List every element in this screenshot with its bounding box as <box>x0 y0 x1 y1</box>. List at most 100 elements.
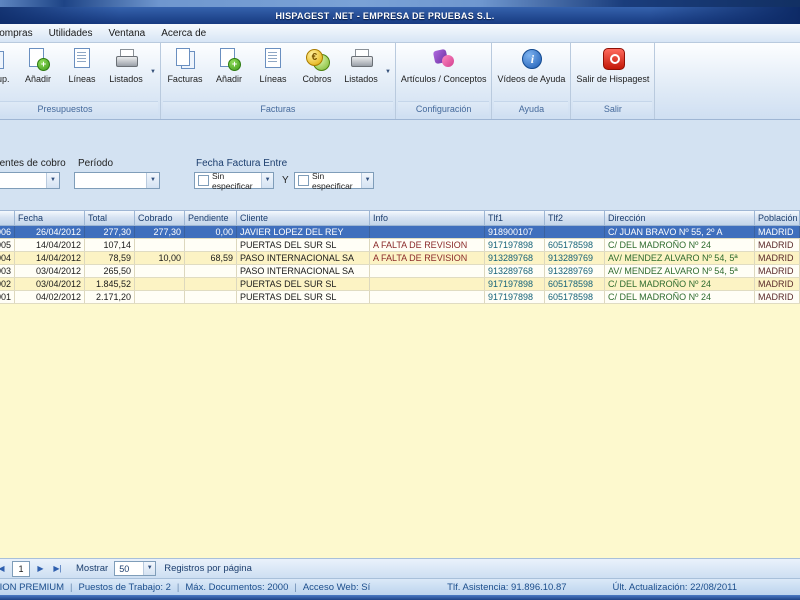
toolbar-button-a-adir[interactable]: Añadir <box>16 43 60 84</box>
invoice-date-to-filter[interactable]: Sin especificar ▼ <box>294 170 374 191</box>
period-filter-select[interactable]: ▼ <box>74 172 160 189</box>
cell-total: 2.171,20 <box>85 291 135 303</box>
column-header-tlf2[interactable]: Tlf2 <box>545 211 605 225</box>
toolbar-button-cobros[interactable]: Cobros <box>295 43 339 84</box>
toolbar-button-facturas[interactable]: Facturas <box>163 43 207 84</box>
toolbar-group-configuraci-n: Artículos / Conceptos Configuración <box>396 43 493 119</box>
cell-num: 002 <box>0 278 15 290</box>
filter-bar: Pendientes de cobro ▼ Período ▼ Fecha Fa… <box>0 120 800 210</box>
toolbar-button-presup[interactable]: Presup. <box>0 43 16 84</box>
column-header-fecha[interactable]: Fecha <box>15 211 85 225</box>
cell-info <box>370 291 485 303</box>
cell-fecha: 26/04/2012 <box>15 226 85 238</box>
show-label: Mostrar <box>76 563 109 574</box>
toolbar-button-v-deos-de-ayuda[interactable]: Vídeos de Ayuda <box>494 43 568 84</box>
toolbar-button-listados[interactable]: Listados <box>104 43 148 84</box>
cell-pendiente <box>185 265 237 277</box>
lines-document-icon <box>68 46 96 72</box>
column-header-cobrado[interactable]: Cobrado <box>135 211 185 225</box>
cell-pendiente <box>185 278 237 290</box>
cell-poblacion: MADRID <box>755 291 800 303</box>
column-header-info[interactable]: Info <box>370 211 485 225</box>
cell-cobrado: 277,30 <box>135 226 185 238</box>
cell-fecha: 03/04/2012 <box>15 265 85 277</box>
table-row[interactable]: 00626/04/2012277,30277,300,00JAVIER LOPE… <box>0 226 800 239</box>
cell-info: A FALTA DE REVISION <box>370 252 485 264</box>
toolbar-dropdown-arrow-icon[interactable]: ▼ <box>150 69 156 75</box>
chevron-down-icon: ▼ <box>46 173 59 188</box>
invoice-date-from-filter[interactable]: Sin especificar ▼ <box>194 170 274 191</box>
printer-icon <box>112 46 140 72</box>
unspecified-checkbox[interactable] <box>198 175 209 186</box>
cell-num: 005 <box>0 239 15 251</box>
pending-filter-select[interactable]: ▼ <box>0 172 60 189</box>
toolbar-group-caption: Configuración <box>397 101 490 117</box>
page-size-select[interactable]: 50 ▼ <box>114 561 157 576</box>
documents-icon <box>0 46 8 72</box>
add-document-icon <box>24 46 52 72</box>
toolbar-group-caption: Facturas <box>162 101 393 117</box>
cell-direccion: AV/ MENDEZ ALVARO Nº 54, 5ª <box>605 252 755 264</box>
records-per-page-label: Registros por página <box>164 563 252 574</box>
title-bar: HISPAGEST .NET - EMPRESA DE PRUEBAS S.L. <box>0 7 800 24</box>
add-document-icon <box>215 46 243 72</box>
column-header-poblaci-n[interactable]: Población <box>755 211 800 225</box>
cell-total: 1.845,52 <box>85 278 135 290</box>
unspecified-label: Sin especificar <box>312 170 353 191</box>
cell-total: 265,50 <box>85 265 135 277</box>
table-row[interactable]: 00104/02/20122.171,20 PUERTAS DEL SUR SL 9… <box>0 291 800 304</box>
toolbar-button-listados[interactable]: Listados <box>339 43 383 84</box>
menu-item-ventana[interactable]: Ventana <box>101 26 154 41</box>
last-page-button[interactable]: ▶| <box>50 561 65 576</box>
cell-fecha: 04/02/2012 <box>15 291 85 303</box>
status-segment: Puestos de Trabajo: 2 <box>78 581 171 593</box>
toolbar-group-ayuda: Vídeos de Ayuda Ayuda <box>492 43 572 119</box>
table-row[interactable]: 00303/04/2012265,50 PASO INTERNACIONAL SA… <box>0 265 800 278</box>
menu-item-acerca-de[interactable]: Acerca de <box>153 26 214 41</box>
cell-num: 006 <box>0 226 15 238</box>
toolbar-button-a-adir[interactable]: Añadir <box>207 43 251 84</box>
table-row[interactable]: 00514/04/2012107,14 PUERTAS DEL SUR SLA F… <box>0 239 800 252</box>
toolbar-button-salir-de-hispagest[interactable]: Salir de Hispagest <box>573 43 652 84</box>
toolbar-group-caption: Ayuda <box>494 101 569 117</box>
page-size-value: 50 <box>119 563 130 574</box>
menu-item-utilidades[interactable]: Utilidades <box>41 26 101 41</box>
unspecified-label: Sin especificar <box>212 170 253 191</box>
column-header-tlf1[interactable]: Tlf1 <box>485 211 545 225</box>
status-segment: Máx. Documentos: 2000 <box>185 581 289 593</box>
cell-pendiente: 68,59 <box>185 252 237 264</box>
cell-cobrado: 10,00 <box>135 252 185 264</box>
toolbar-group-caption: Salir <box>573 101 653 117</box>
menu-item-compras[interactable]: Compras <box>0 26 41 41</box>
cell-poblacion: MADRID <box>755 252 800 264</box>
last-update-status: Últ. Actualización: 22/08/2011 <box>612 581 737 593</box>
column-header-pendiente[interactable]: Pendiente <box>185 211 237 225</box>
status-segment: Acceso Web: Sí <box>302 581 371 593</box>
previous-page-button[interactable]: ◀ <box>0 561 9 576</box>
column-header-direcci-n[interactable]: Dirección <box>605 211 755 225</box>
cell-poblacion: MADRID <box>755 239 800 251</box>
table-row[interactable]: 00203/04/20121.845,52 PUERTAS DEL SUR SL 9… <box>0 278 800 291</box>
column-header-cliente[interactable]: Cliente <box>237 211 370 225</box>
cell-fecha: 03/04/2012 <box>15 278 85 290</box>
cell-info <box>370 226 485 238</box>
cell-cliente: PUERTAS DEL SUR SL <box>237 239 370 251</box>
cell-poblacion: MADRID <box>755 226 800 238</box>
cell-tlf2: 605178598 <box>545 239 605 251</box>
status-segment: EDITION PREMIUM <box>0 581 65 593</box>
grid-header-row: Fecha Total Cobrado Pendiente Cliente Info Tlf… <box>0 211 800 226</box>
current-page-indicator[interactable]: 1 <box>12 560 30 577</box>
column-header-total[interactable]: Total <box>85 211 135 225</box>
next-page-button[interactable]: ▶ <box>33 561 48 576</box>
cell-cobrado <box>135 291 185 303</box>
toolbar-button-l-neas[interactable]: Líneas <box>251 43 295 84</box>
cell-tlf1: 918900107 <box>485 226 545 238</box>
toolbar-button-l-neas[interactable]: Líneas <box>60 43 104 84</box>
table-row[interactable]: 00414/04/201278,5910,0068,59PASO INTERNA… <box>0 252 800 265</box>
column-header-row-number[interactable] <box>0 211 15 225</box>
cell-info <box>370 278 485 290</box>
unspecified-checkbox[interactable] <box>298 175 309 186</box>
cell-cliente: PASO INTERNACIONAL SA <box>237 265 370 277</box>
toolbar-button-art-culos-conceptos[interactable]: Artículos / Conceptos <box>398 43 490 84</box>
toolbar-dropdown-arrow-icon[interactable]: ▼ <box>385 69 391 75</box>
